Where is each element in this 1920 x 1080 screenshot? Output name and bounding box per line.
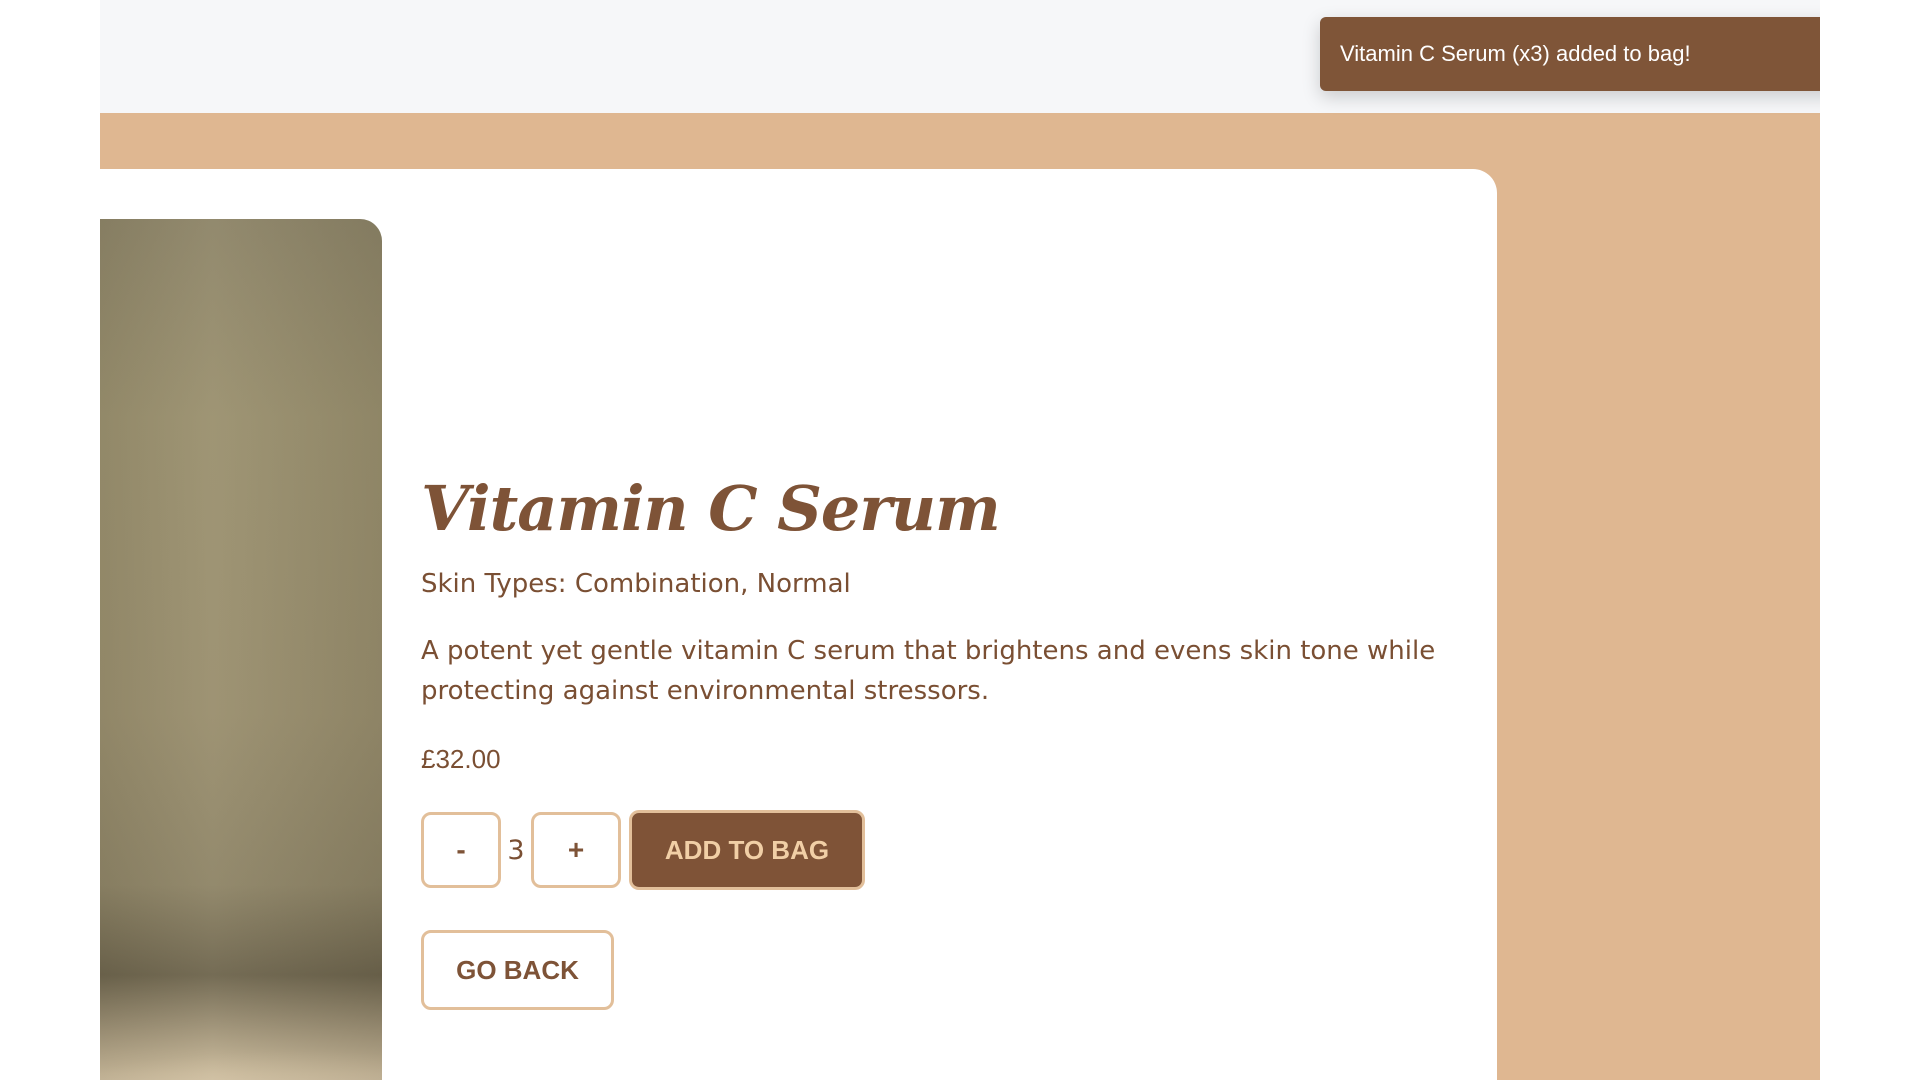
- product-card: Vitamin C Serum Skin Types: Combination,…: [100, 169, 1497, 1080]
- product-description: A potent yet gentle vitamin C serum that…: [421, 636, 1436, 706]
- product-image: [100, 219, 382, 1080]
- quantity-value: 3: [507, 834, 525, 866]
- add-to-bag-button[interactable]: ADD TO BAG: [629, 810, 865, 890]
- product-price: £32.00: [421, 744, 501, 774]
- toast-notification: Vitamin C Serum (x3) added to bag!: [1320, 17, 1820, 91]
- skin-types-text: Skin Types: Combination, Normal: [421, 569, 851, 599]
- increment-button[interactable]: +: [531, 812, 621, 888]
- app-viewport: Vitamin C Serum Skin Types: Combination,…: [100, 0, 1820, 1080]
- quantity-stepper: - 3 + ADD TO BAG: [421, 810, 865, 890]
- toast-message: Vitamin C Serum (x3) added to bag!: [1340, 41, 1691, 66]
- decrement-button[interactable]: -: [421, 812, 501, 888]
- product-title: Vitamin C Serum: [421, 472, 1001, 545]
- go-back-button[interactable]: GO BACK: [421, 930, 614, 1010]
